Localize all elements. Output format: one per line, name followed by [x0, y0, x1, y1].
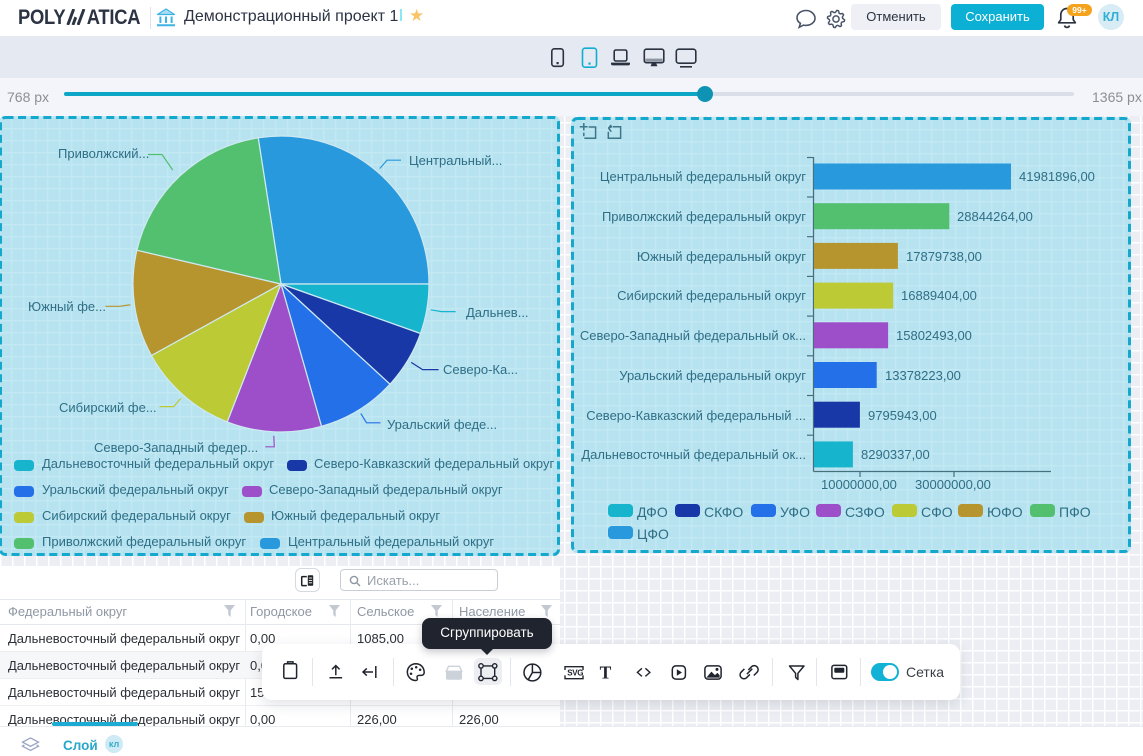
svg-text:SVG: SVG — [567, 668, 583, 677]
svg-text:T: T — [600, 662, 612, 682]
